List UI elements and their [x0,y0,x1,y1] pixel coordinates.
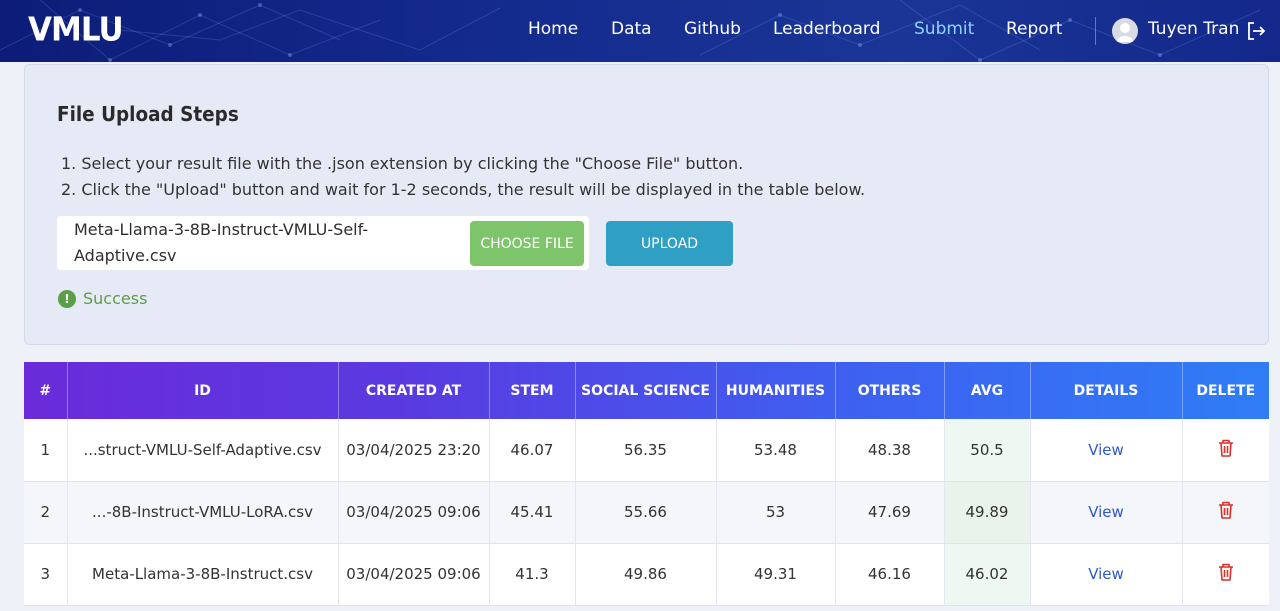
table-header-row: # ID CREATED AT STEM SOCIAL SCIENCE HUMA… [24,362,1269,419]
cell-humanities: 53 [716,481,836,543]
user-avatar-icon[interactable] [1112,18,1138,44]
cell-delete [1182,481,1269,543]
nav-report[interactable]: Report [1006,19,1062,39]
col-header-humanities: HUMANITIES [716,362,836,419]
cell-avg: 50.5 [944,419,1031,481]
nav-leaderboard[interactable]: Leaderboard [773,19,880,39]
cell-created-at: 03/04/2025 09:06 [338,481,490,543]
cell-stem: 45.41 [489,481,576,543]
results-table-container: # ID CREATED AT STEM SOCIAL SCIENCE HUMA… [24,362,1269,606]
results-table: # ID CREATED AT STEM SOCIAL SCIENCE HUMA… [24,362,1269,606]
cell-num: 2 [24,481,68,543]
nav-submit[interactable]: Submit [914,19,974,39]
upload-status: ! Success [58,289,147,308]
cell-social-science: 49.86 [575,543,717,605]
table-row: 2 ...-8B-Instruct-VMLU-LoRA.csv 03/04/20… [24,481,1269,543]
cell-humanities: 49.31 [716,543,836,605]
top-navbar: VMLU Home Data Github Leaderboard Submit… [0,0,1280,62]
cell-id: Meta-Llama-3-8B-Instruct.csv [67,543,339,605]
cell-avg: 49.89 [944,481,1031,543]
col-header-others: OTHERS [835,362,945,419]
cell-id: ...-8B-Instruct-VMLU-LoRA.csv [67,481,339,543]
status-text: Success [83,289,148,308]
logout-icon[interactable] [1245,20,1267,42]
success-icon: ! [58,289,76,308]
vmlu-logo[interactable]: VMLU [28,11,124,49]
nav-github[interactable]: Github [684,19,741,39]
nav-home[interactable]: Home [528,19,578,39]
col-header-delete: DELETE [1196,382,1256,399]
cell-delete [1182,543,1269,605]
cell-stem: 46.07 [489,419,576,481]
step-2: 2. Click the "Upload" button and wait fo… [61,180,866,199]
col-header-details: DETAILS [1030,362,1183,419]
upload-button[interactable]: UPLOAD [606,221,733,266]
step-1: 1. Select your result file with the .jso… [61,154,744,173]
view-details-link[interactable]: View [1030,481,1183,543]
upload-steps: 1. Select your result file with the .jso… [61,151,865,203]
cell-others: 47.69 [835,481,945,543]
view-details-link[interactable]: View [1030,419,1183,481]
cell-avg: 46.02 [944,543,1031,605]
cell-social-science: 55.66 [575,481,717,543]
nav-divider [1095,17,1096,45]
cell-stem: 41.3 [489,543,576,605]
col-header-num: # [24,362,68,419]
cell-created-at: 03/04/2025 23:20 [338,419,490,481]
cell-others: 48.38 [835,419,945,481]
col-header-id: ID [67,362,339,419]
col-header-social-science: SOCIAL SCIENCE [575,362,717,419]
cell-created-at: 03/04/2025 09:06 [338,543,490,605]
trash-icon[interactable] [1217,562,1235,582]
selected-file-name: Meta-Llama-3-8B-Instruct-VMLU-Self-Adapt… [74,220,369,265]
view-details-link[interactable]: View [1030,543,1183,605]
choose-file-button[interactable]: CHOOSE FILE [470,221,584,266]
cell-humanities: 53.48 [716,419,836,481]
cell-social-science: 56.35 [575,419,717,481]
cell-delete [1182,419,1269,481]
table-row: 3 Meta-Llama-3-8B-Instruct.csv 03/04/202… [24,543,1269,605]
cell-num: 1 [24,419,68,481]
nav-data[interactable]: Data [611,19,652,39]
cell-id: ...struct-VMLU-Self-Adaptive.csv [67,419,339,481]
cell-num: 3 [24,543,68,605]
trash-icon[interactable] [1217,438,1235,458]
table-row: 1 ...struct-VMLU-Self-Adaptive.csv 03/04… [24,419,1269,481]
trash-icon[interactable] [1217,500,1235,520]
col-header-created-at: CREATED AT [338,362,490,419]
upload-title: File Upload Steps [57,102,239,126]
cell-others: 46.16 [835,543,945,605]
col-header-stem: STEM [489,362,576,419]
col-header-avg: AVG [944,362,1031,419]
user-name[interactable]: Tuyen Tran [1148,19,1239,39]
